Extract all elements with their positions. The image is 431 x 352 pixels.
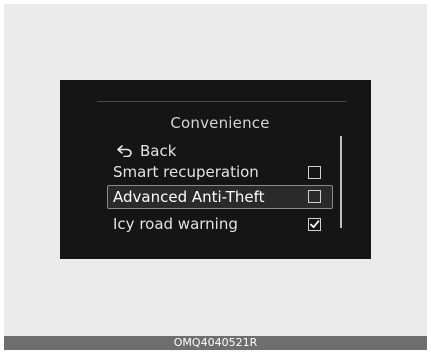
header-divider bbox=[97, 101, 347, 102]
back-arrow-icon bbox=[117, 145, 132, 157]
menu-item-label: Advanced Anti-Theft bbox=[113, 188, 265, 206]
scrollbar[interactable] bbox=[340, 136, 342, 228]
page-title: Convenience bbox=[170, 114, 270, 132]
back-label: Back bbox=[140, 142, 177, 160]
checkbox-icon[interactable] bbox=[308, 190, 321, 203]
menu-item-smart-recuperation[interactable]: Smart recuperation bbox=[112, 161, 332, 183]
checkbox-icon[interactable] bbox=[308, 166, 321, 179]
checkbox-icon[interactable] bbox=[308, 218, 321, 231]
menu-item-advanced-anti-theft[interactable]: Advanced Anti-Theft bbox=[107, 185, 333, 209]
checkmark-icon bbox=[310, 220, 320, 229]
menu-item-label: Icy road warning bbox=[113, 215, 238, 233]
menu-item-label: Smart recuperation bbox=[113, 163, 259, 181]
back-button[interactable]: Back bbox=[117, 141, 176, 161]
image-code-label: OMQ4040521R bbox=[4, 336, 427, 350]
menu-item-icy-road-warning[interactable]: Icy road warning bbox=[112, 213, 332, 235]
